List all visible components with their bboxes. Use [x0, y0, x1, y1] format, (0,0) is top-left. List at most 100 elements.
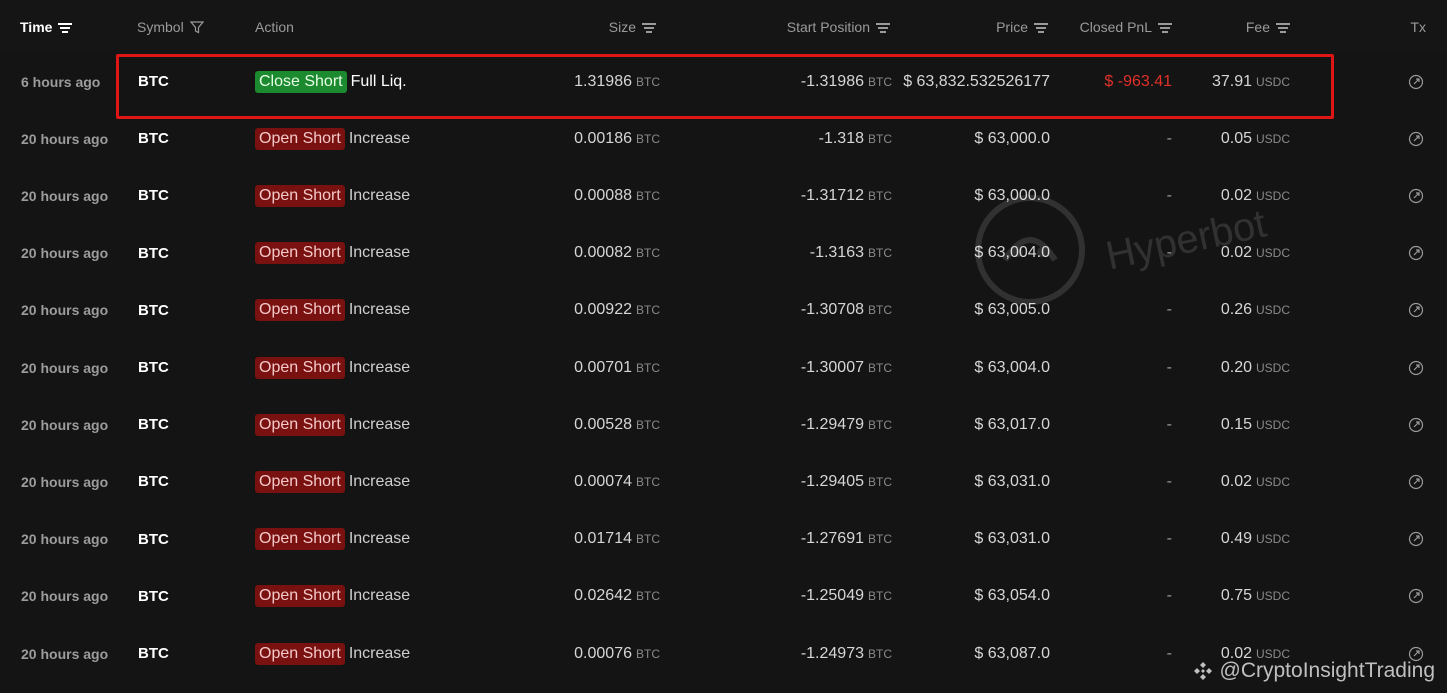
table-row[interactable]: 20 hours ago BTC Open Short Increase 0.00922…	[0, 281, 1447, 339]
action-sub-text: Increase	[348, 301, 411, 319]
price-cell: $ 63,087.0	[895, 625, 1050, 682]
symbol-cell: BTC	[138, 453, 169, 510]
closed-pnl-value: -	[1166, 244, 1172, 262]
sort-lines-icon[interactable]	[1158, 22, 1172, 33]
external-link-icon[interactable]	[1408, 531, 1424, 547]
header-start-position[interactable]: Start Position	[740, 18, 890, 36]
price-cell: $ 63,832.532526177	[895, 53, 1050, 110]
external-link-icon[interactable]	[1408, 474, 1424, 490]
header-time-label: Time	[20, 19, 53, 35]
fee-value: 0.02	[1220, 472, 1252, 490]
size-value: 0.00922	[574, 301, 632, 319]
external-link-icon[interactable]	[1408, 417, 1424, 433]
fee-unit: USDC	[1256, 417, 1291, 432]
action-sub-text: Increase	[348, 415, 411, 433]
size-cell: 0.00074 BTC	[500, 453, 660, 510]
header-fee-label: Fee	[1245, 19, 1270, 35]
size-cell: 1.31986 BTC	[500, 53, 660, 110]
sort-lines-icon[interactable]	[876, 22, 890, 33]
table-row[interactable]: 20 hours ago BTC Open Short Increase 0.00082…	[0, 224, 1447, 282]
size-cell: 0.01714 BTC	[500, 511, 660, 568]
start-position-unit: BTC	[868, 589, 892, 604]
start-position-unit: BTC	[868, 360, 892, 375]
symbol-text: BTC	[138, 187, 169, 205]
symbol-text: BTC	[138, 359, 169, 376]
start-position-unit: BTC	[868, 474, 892, 489]
start-position-value: -1.318	[818, 129, 864, 147]
fee-value: 0.75	[1220, 587, 1252, 605]
start-position-value: -1.27691	[800, 530, 864, 548]
header-price[interactable]: Price	[940, 18, 1048, 36]
closed-pnl-cell: $ -963.41	[1060, 53, 1172, 110]
action-cell: Open Short Increase	[255, 511, 410, 568]
source-tag: @CryptoInsightTrading	[1192, 659, 1435, 683]
tx-cell[interactable]	[1408, 167, 1424, 224]
size-unit: BTC	[636, 646, 660, 661]
header-size[interactable]: Size	[560, 18, 656, 36]
header-symbol[interactable]: Symbol	[137, 18, 204, 36]
symbol-cell: BTC	[138, 53, 169, 110]
sort-lines-icon[interactable]	[1276, 22, 1290, 33]
tx-cell[interactable]	[1408, 282, 1424, 339]
tx-cell[interactable]	[1408, 225, 1424, 282]
action-cell: Open Short Increase	[255, 110, 410, 167]
fee-unit: USDC	[1256, 74, 1291, 89]
price-cell: $ 63,031.0	[895, 453, 1050, 510]
sort-lines-icon[interactable]	[642, 22, 656, 33]
external-link-icon[interactable]	[1408, 302, 1424, 318]
external-link-icon[interactable]	[1408, 131, 1424, 147]
table-row[interactable]: 20 hours ago BTC Open Short Increase 0.00186…	[0, 110, 1447, 168]
start-position-unit: BTC	[868, 74, 892, 89]
table-row[interactable]: 20 hours ago BTC Open Short Increase 0.00528…	[0, 396, 1447, 454]
size-unit: BTC	[636, 246, 660, 261]
closed-pnl-value: -	[1166, 587, 1172, 605]
external-link-icon[interactable]	[1408, 188, 1424, 204]
tx-cell[interactable]	[1408, 511, 1424, 568]
price-value: $ 63,004.0	[974, 358, 1050, 376]
table-row[interactable]: 20 hours ago BTC Open Short Increase 0.02642…	[0, 567, 1447, 625]
closed-pnl-cell: -	[1060, 167, 1172, 224]
table-row[interactable]: 20 hours ago BTC Open Short Increase 0.00088…	[0, 167, 1447, 225]
action-badge: Open Short	[255, 242, 345, 265]
external-link-icon[interactable]	[1408, 74, 1424, 90]
external-link-icon[interactable]	[1408, 360, 1424, 376]
table-row[interactable]: 20 hours ago BTC Open Short Increase 0.00701…	[0, 339, 1447, 396]
price-value: $ 63,054.0	[974, 587, 1050, 605]
size-unit: BTC	[636, 417, 660, 432]
tx-cell[interactable]	[1408, 53, 1424, 110]
symbol-cell: BTC	[138, 625, 169, 682]
action-sub-text: Increase	[348, 530, 411, 548]
header-time[interactable]: Time	[20, 18, 73, 36]
action-badge: Open Short	[255, 470, 345, 493]
sort-lines-icon[interactable]	[1034, 22, 1048, 33]
start-position-unit: BTC	[868, 246, 892, 261]
table-row[interactable]: 20 hours ago BTC Open Short Increase 0.00074…	[0, 453, 1447, 511]
action-badge: Open Short	[255, 299, 345, 322]
fee-cell: 0.05 USDC	[1180, 110, 1300, 167]
tx-cell[interactable]	[1408, 396, 1424, 453]
closed-pnl-cell: -	[1060, 110, 1172, 167]
external-link-icon[interactable]	[1408, 245, 1424, 261]
tx-cell[interactable]	[1408, 568, 1424, 625]
table-row[interactable]: 6 hours ago BTC Close Short Full Liq. 1.3198…	[0, 53, 1447, 110]
price-value: $ 63,017.0	[974, 415, 1050, 433]
funnel-icon[interactable]	[189, 20, 204, 34]
table-row[interactable]: 20 hours ago BTC Open Short Increase 0.01714…	[0, 510, 1447, 568]
closed-pnl-value: -	[1166, 644, 1172, 662]
size-unit: BTC	[636, 131, 660, 146]
action-sub-text: Increase	[348, 472, 411, 490]
size-unit: BTC	[636, 360, 660, 375]
start-position-cell: -1.24973 BTC	[720, 625, 892, 682]
symbol-text: BTC	[138, 301, 169, 319]
fee-value: 0.49	[1220, 530, 1252, 548]
fee-value: 0.05	[1220, 129, 1252, 147]
tx-cell[interactable]	[1408, 453, 1424, 510]
header-closed-pnl[interactable]: Closed PnL	[1060, 18, 1172, 36]
tx-cell[interactable]	[1408, 110, 1424, 167]
tx-cell[interactable]	[1408, 339, 1424, 396]
start-position-cell: -1.29405 BTC	[720, 453, 892, 510]
sort-lines-icon[interactable]	[58, 22, 73, 33]
time-cell: 20 hours ago	[21, 625, 108, 682]
header-fee[interactable]: Fee	[1210, 18, 1290, 36]
external-link-icon[interactable]	[1408, 588, 1424, 604]
